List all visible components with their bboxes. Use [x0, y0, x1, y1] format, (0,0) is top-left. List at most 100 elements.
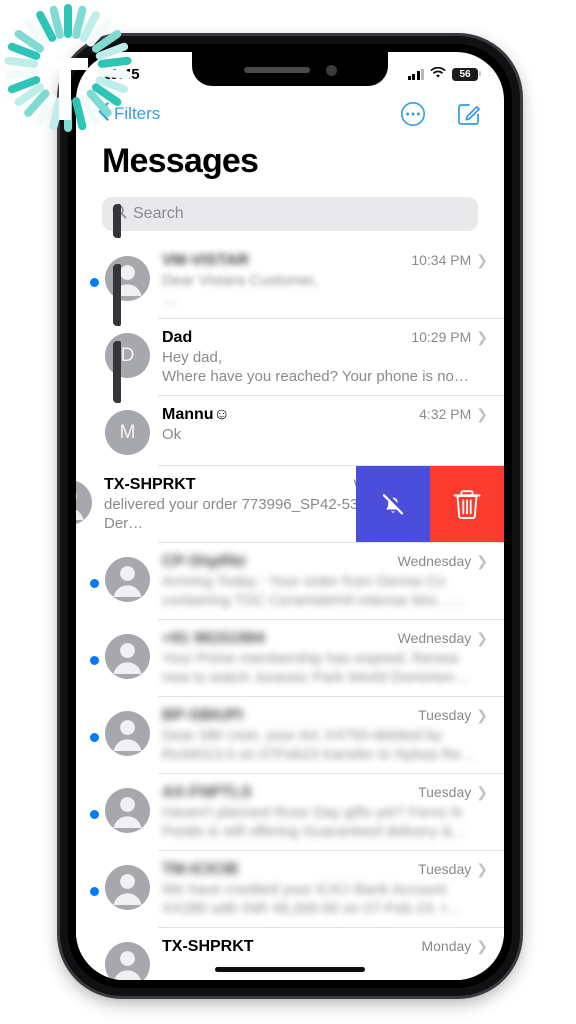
- delete-conversation-button[interactable]: [430, 466, 504, 542]
- conversation-header: VM-VISTAR 10:34 PM ❯: [162, 252, 488, 270]
- message-preview: Haven't planned Rose Day gifts yet? Fern…: [162, 804, 467, 840]
- message-timestamp: Tuesday: [418, 784, 472, 800]
- avatar: D: [105, 333, 150, 378]
- person-avatar-icon: [113, 720, 142, 751]
- unread-indicator-dot: [90, 887, 99, 896]
- conversation-meta: 10:29 PM ❯: [411, 329, 488, 345]
- avatar: [105, 711, 150, 756]
- conversation-row[interactable]: BP-SBIUPI Tuesday ❯ Dear SBI User, your A/c…: [76, 697, 504, 774]
- person-avatar-icon: [114, 951, 141, 980]
- sender-name: TM-ICICIB: [162, 861, 239, 878]
- message-timestamp: 10:29 PM: [411, 329, 472, 345]
- back-button-label: Filters: [114, 104, 161, 123]
- conversation-header: AX-FNPTLS Tuesday ❯: [162, 784, 488, 802]
- conversation-meta: Wednesday❯: [398, 553, 488, 569]
- message-timestamp: Tuesday: [418, 861, 472, 877]
- avatar: [76, 480, 92, 525]
- message-timestamp: Monday: [421, 938, 472, 954]
- conversation-list[interactable]: VM-VISTAR 10:34 PM ❯ Dear Vistara Customer,…: [76, 242, 504, 980]
- back-to-filters-button[interactable]: Filters: [98, 102, 160, 126]
- unread-indicator-dot: [90, 355, 99, 364]
- conversation-row[interactable]: CP-ShpRkt Wednesday ❯ Arriving Today : Your…: [76, 543, 504, 620]
- unread-indicator-dot: [90, 656, 99, 665]
- phone-bezel: 10:45 56 Filters Messages Search VM-VIST…: [68, 44, 512, 988]
- chevron-right-icon: ❯: [476, 707, 488, 723]
- nav-actions-group: [400, 101, 482, 127]
- conversation-row[interactable]: TX-SHPRKTWednesday❯delivered your order …: [76, 466, 504, 543]
- avatar: [105, 557, 150, 602]
- message-preview: Arriving Today : Your order from Derma C…: [162, 573, 467, 609]
- avatar-initial: M: [119, 421, 136, 443]
- unread-indicator-dot: [90, 579, 99, 588]
- mute-conversation-button[interactable]: [356, 466, 430, 542]
- chevron-right-icon: ❯: [476, 553, 488, 569]
- conversation-header: Mannu☺ 4:32 PM ❯: [162, 406, 488, 424]
- conversation-row[interactable]: TX-SHPRKT Monday ❯: [76, 928, 504, 980]
- device-notch: [192, 52, 388, 86]
- unread-indicator-dot: [90, 733, 99, 742]
- person-avatar-icon: [76, 492, 84, 520]
- sender-name: +91 98151994: [162, 630, 265, 647]
- unread-indicator-dot: [90, 432, 99, 441]
- conversation-row[interactable]: VM-VISTAR 10:34 PM ❯ Dear Vistara Customer,…: [76, 242, 504, 319]
- conversation-body: VM-VISTAR 10:34 PM ❯ Dear Vistara Customer,…: [150, 252, 490, 309]
- ellipsis-circle-icon[interactable]: [400, 101, 426, 127]
- unread-indicator-dot: [90, 278, 99, 287]
- chevron-right-icon: ❯: [476, 252, 488, 268]
- earpiece-speaker: [243, 67, 310, 73]
- message-preview: Dear Vistara Customer, …: [162, 272, 318, 308]
- conversation-body: BP-SBIUPI Tuesday ❯ Dear SBI User, your A/c…: [150, 707, 490, 764]
- volume-down-button[interactable]: [113, 341, 121, 403]
- chevron-right-icon: ❯: [476, 630, 488, 646]
- conversation-row[interactable]: TM-ICICIB Tuesday ❯ We have credited your I…: [76, 851, 504, 928]
- conversation-header: +91 98151994 Wednesday ❯: [162, 630, 488, 648]
- conversation-meta: 4:32 PM ❯: [419, 406, 488, 422]
- conversation-body: AX-FNPTLS Tuesday ❯ Haven't planned Rose Da…: [150, 784, 490, 841]
- avatar: [105, 256, 150, 301]
- avatar: [105, 865, 150, 910]
- person-avatar-icon: [113, 643, 142, 674]
- message-preview: Dear SBI User, your A/c X4750-debited by…: [162, 727, 476, 763]
- navigation-bar: Filters: [76, 94, 504, 134]
- chevron-right-icon: ❯: [476, 784, 488, 800]
- phone-device-frame: 10:45 56 Filters Messages Search VM-VIST…: [60, 36, 520, 996]
- conversation-meta: Tuesday ❯: [418, 707, 488, 723]
- conversation-meta: Monday ❯: [421, 938, 488, 954]
- conversation-row[interactable]: +91 98151994 Wednesday ❯ Your Prime members…: [76, 620, 504, 697]
- conversation-body: TM-ICICIB Tuesday ❯ We have credited your I…: [150, 861, 490, 918]
- front-camera-icon: [325, 64, 337, 76]
- avatar-initial: D: [120, 344, 135, 366]
- avatar: [105, 942, 150, 980]
- home-indicator[interactable]: [215, 967, 365, 972]
- conversation-row[interactable]: M Mannu☺ 4:32 PM ❯ Ok: [76, 396, 504, 466]
- conversation-row[interactable]: AX-FNPTLS Tuesday ❯ Haven't planned Rose Da…: [76, 774, 504, 851]
- search-input[interactable]: Search: [102, 197, 478, 231]
- sender-name: BP-SBIUPI: [162, 707, 243, 724]
- conversation-row[interactable]: D Dad 10:29 PM ❯ Hey dad, Where have you rea…: [76, 319, 504, 396]
- unread-indicator-dot: [90, 810, 99, 819]
- compose-square-icon[interactable]: [456, 101, 482, 127]
- unread-indicator-dot: [90, 964, 99, 973]
- message-timestamp: 4:32 PM: [419, 406, 472, 422]
- conversation-meta: Wednesday❯: [398, 630, 488, 646]
- sender-name: Dad: [162, 329, 193, 346]
- phone-screen: 10:45 56 Filters Messages Search VM-VIST…: [76, 52, 504, 980]
- message-preview: We have credited your ICICI Bank Account…: [162, 881, 461, 917]
- conversation-body: CP-ShpRkt Wednesday ❯ Arriving Today : Your…: [150, 553, 490, 610]
- chevron-right-icon: ❯: [476, 861, 488, 877]
- chevron-right-icon: ❯: [476, 329, 488, 345]
- volume-up-button[interactable]: [113, 264, 121, 326]
- search-placeholder: Search: [133, 205, 184, 222]
- conversation-body: Mannu☺ 4:32 PM ❯ Ok: [150, 406, 490, 444]
- message-preview: Ok: [162, 426, 182, 443]
- wifi-icon: [430, 66, 446, 83]
- mute-switch-button[interactable]: [113, 204, 121, 238]
- message-timestamp: Wednesday: [397, 553, 472, 569]
- person-avatar-icon: [113, 874, 142, 905]
- status-bar-time: 10:45: [102, 65, 140, 83]
- message-timestamp: 10:34 PM: [411, 252, 472, 268]
- message-preview: Hey dad, Where have you reached? Your ph…: [162, 349, 469, 385]
- battery-indicator: 56: [452, 67, 481, 81]
- avatar: M: [105, 410, 150, 455]
- sender-name: AX-FNPTLS: [162, 784, 252, 801]
